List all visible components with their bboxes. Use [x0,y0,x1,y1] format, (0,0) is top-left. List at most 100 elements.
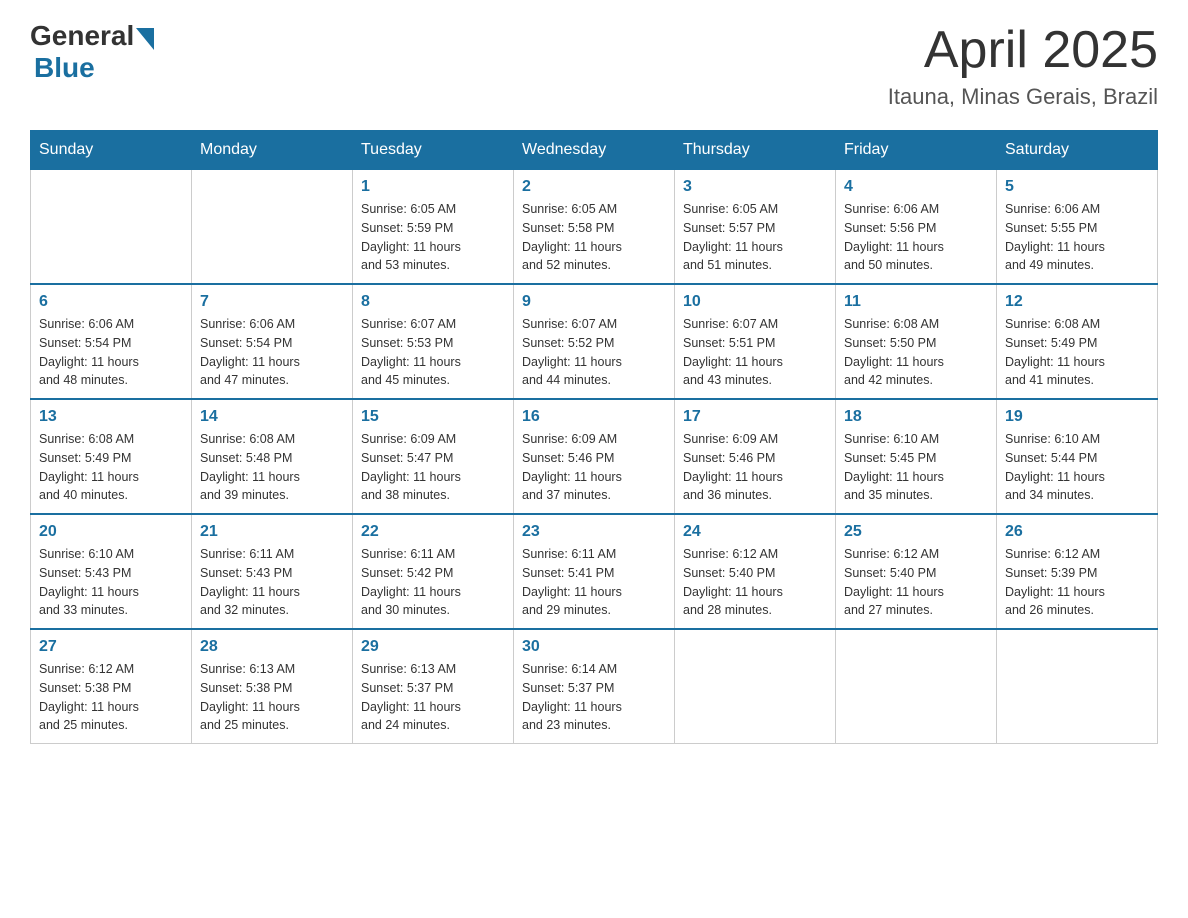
day-info: Sunrise: 6:11 AM Sunset: 5:43 PM Dayligh… [200,545,344,620]
calendar-cell: 24 Sunrise: 6:12 AM Sunset: 5:40 PM Dayli… [675,514,836,629]
day-info: Sunrise: 6:11 AM Sunset: 5:42 PM Dayligh… [361,545,505,620]
day-number: 2 [522,178,666,196]
page-header: General Blue April 2025 Itauna, Minas Ge… [30,20,1158,110]
title-section: April 2025 Itauna, Minas Gerais, Brazil [888,20,1158,110]
calendar-cell: 28Sunrise: 6:13 AM Sunset: 5:38 PM Dayli… [192,629,353,744]
day-number: 5 [1005,178,1149,196]
calendar-cell: 14Sunrise: 6:08 AM Sunset: 5:48 PM Dayli… [192,399,353,514]
location-text: Itauna, Minas Gerais, Brazil [888,84,1158,110]
day-info: Sunrise: 6:06 AM Sunset: 5:54 PM Dayligh… [200,315,344,390]
logo-blue-text: Blue [34,52,95,84]
day-info: Sunrise: 6:08 AM Sunset: 5:49 PM Dayligh… [39,430,183,505]
calendar-header-monday: Monday [192,131,353,170]
day-info: Sunrise: 6:10 AM Sunset: 5:44 PM Dayligh… [1005,430,1149,505]
day-number: 29 [361,638,505,656]
calendar-week-row: 6 Sunrise: 6:06 AM Sunset: 5:54 PM Daylig… [31,284,1158,399]
calendar-cell: 6 Sunrise: 6:06 AM Sunset: 5:54 PM Daylig… [31,284,192,399]
calendar-cell: 9 Sunrise: 6:07 AM Sunset: 5:52 PM Daylig… [514,284,675,399]
calendar-cell: 16Sunrise: 6:09 AM Sunset: 5:46 PM Dayli… [514,399,675,514]
calendar-header-sunday: Sunday [31,131,192,170]
day-info: Sunrise: 6:10 AM Sunset: 5:45 PM Dayligh… [844,430,988,505]
day-number: 23 [522,523,666,541]
day-info: Sunrise: 6:10 AM Sunset: 5:43 PM Dayligh… [39,545,183,620]
calendar-cell: 11 Sunrise: 6:08 AM Sunset: 5:50 PM Dayli… [836,284,997,399]
day-number: 24 [683,523,827,541]
day-info: Sunrise: 6:05 AM Sunset: 5:57 PM Dayligh… [683,200,827,275]
day-info: Sunrise: 6:06 AM Sunset: 5:56 PM Dayligh… [844,200,988,275]
calendar-week-row: 20 Sunrise: 6:10 AM Sunset: 5:43 PM Dayli… [31,514,1158,629]
day-info: Sunrise: 6:07 AM Sunset: 5:51 PM Dayligh… [683,315,827,390]
day-number: 13 [39,408,183,426]
calendar-cell [31,170,192,285]
day-number: 6 [39,293,183,311]
calendar-cell [675,629,836,744]
calendar-cell: 4 Sunrise: 6:06 AM Sunset: 5:56 PM Daylig… [836,170,997,285]
day-number: 17 [683,408,827,426]
day-number: 21 [200,523,344,541]
day-number: 20 [39,523,183,541]
day-number: 30 [522,638,666,656]
calendar-header-wednesday: Wednesday [514,131,675,170]
day-number: 8 [361,293,505,311]
calendar-cell: 27 Sunrise: 6:12 AM Sunset: 5:38 PM Dayli… [31,629,192,744]
day-info: Sunrise: 6:06 AM Sunset: 5:54 PM Dayligh… [39,315,183,390]
calendar-cell: 8 Sunrise: 6:07 AM Sunset: 5:53 PM Daylig… [353,284,514,399]
day-info: Sunrise: 6:12 AM Sunset: 5:38 PM Dayligh… [39,660,183,735]
day-info: Sunrise: 6:07 AM Sunset: 5:52 PM Dayligh… [522,315,666,390]
calendar-cell: 10 Sunrise: 6:07 AM Sunset: 5:51 PM Dayli… [675,284,836,399]
logo-arrow-icon [136,28,154,50]
calendar-cell: 3Sunrise: 6:05 AM Sunset: 5:57 PM Daylig… [675,170,836,285]
calendar-cell: 18 Sunrise: 6:10 AM Sunset: 5:45 PM Dayli… [836,399,997,514]
day-number: 12 [1005,293,1149,311]
calendar-header-friday: Friday [836,131,997,170]
calendar-cell: 25Sunrise: 6:12 AM Sunset: 5:40 PM Dayli… [836,514,997,629]
day-info: Sunrise: 6:05 AM Sunset: 5:58 PM Dayligh… [522,200,666,275]
logo-general-text: General [30,20,134,52]
day-number: 22 [361,523,505,541]
day-number: 11 [844,293,988,311]
calendar-cell: 21 Sunrise: 6:11 AM Sunset: 5:43 PM Dayli… [192,514,353,629]
calendar-cell [997,629,1158,744]
day-number: 25 [844,523,988,541]
calendar-header-saturday: Saturday [997,131,1158,170]
month-title: April 2025 [888,20,1158,80]
calendar-cell: 30 Sunrise: 6:14 AM Sunset: 5:37 PM Dayli… [514,629,675,744]
calendar-header-row: SundayMondayTuesdayWednesdayThursdayFrid… [31,131,1158,170]
day-info: Sunrise: 6:08 AM Sunset: 5:50 PM Dayligh… [844,315,988,390]
day-info: Sunrise: 6:08 AM Sunset: 5:49 PM Dayligh… [1005,315,1149,390]
day-number: 10 [683,293,827,311]
day-number: 7 [200,293,344,311]
day-number: 1 [361,178,505,196]
calendar-cell: 13 Sunrise: 6:08 AM Sunset: 5:49 PM Dayli… [31,399,192,514]
calendar-cell: 23Sunrise: 6:11 AM Sunset: 5:41 PM Dayli… [514,514,675,629]
calendar-header-tuesday: Tuesday [353,131,514,170]
day-info: Sunrise: 6:07 AM Sunset: 5:53 PM Dayligh… [361,315,505,390]
day-number: 14 [200,408,344,426]
calendar-cell: 7 Sunrise: 6:06 AM Sunset: 5:54 PM Daylig… [192,284,353,399]
calendar-cell: 1 Sunrise: 6:05 AM Sunset: 5:59 PM Daylig… [353,170,514,285]
day-number: 18 [844,408,988,426]
logo: General Blue [30,20,154,84]
day-number: 19 [1005,408,1149,426]
calendar-cell: 20 Sunrise: 6:10 AM Sunset: 5:43 PM Dayli… [31,514,192,629]
calendar-header-thursday: Thursday [675,131,836,170]
calendar-cell: 15 Sunrise: 6:09 AM Sunset: 5:47 PM Dayli… [353,399,514,514]
day-info: Sunrise: 6:09 AM Sunset: 5:46 PM Dayligh… [683,430,827,505]
calendar-cell: 19 Sunrise: 6:10 AM Sunset: 5:44 PM Dayli… [997,399,1158,514]
day-number: 15 [361,408,505,426]
day-info: Sunrise: 6:12 AM Sunset: 5:40 PM Dayligh… [683,545,827,620]
calendar-cell: 12 Sunrise: 6:08 AM Sunset: 5:49 PM Dayli… [997,284,1158,399]
day-info: Sunrise: 6:09 AM Sunset: 5:47 PM Dayligh… [361,430,505,505]
day-info: Sunrise: 6:05 AM Sunset: 5:59 PM Dayligh… [361,200,505,275]
calendar-table: SundayMondayTuesdayWednesdayThursdayFrid… [30,130,1158,744]
day-number: 4 [844,178,988,196]
day-number: 27 [39,638,183,656]
day-number: 16 [522,408,666,426]
day-number: 9 [522,293,666,311]
day-info: Sunrise: 6:14 AM Sunset: 5:37 PM Dayligh… [522,660,666,735]
day-info: Sunrise: 6:13 AM Sunset: 5:38 PM Dayligh… [200,660,344,735]
calendar-cell: 26Sunrise: 6:12 AM Sunset: 5:39 PM Dayli… [997,514,1158,629]
day-info: Sunrise: 6:12 AM Sunset: 5:39 PM Dayligh… [1005,545,1149,620]
calendar-cell: 5Sunrise: 6:06 AM Sunset: 5:55 PM Daylig… [997,170,1158,285]
calendar-cell: 2 Sunrise: 6:05 AM Sunset: 5:58 PM Daylig… [514,170,675,285]
